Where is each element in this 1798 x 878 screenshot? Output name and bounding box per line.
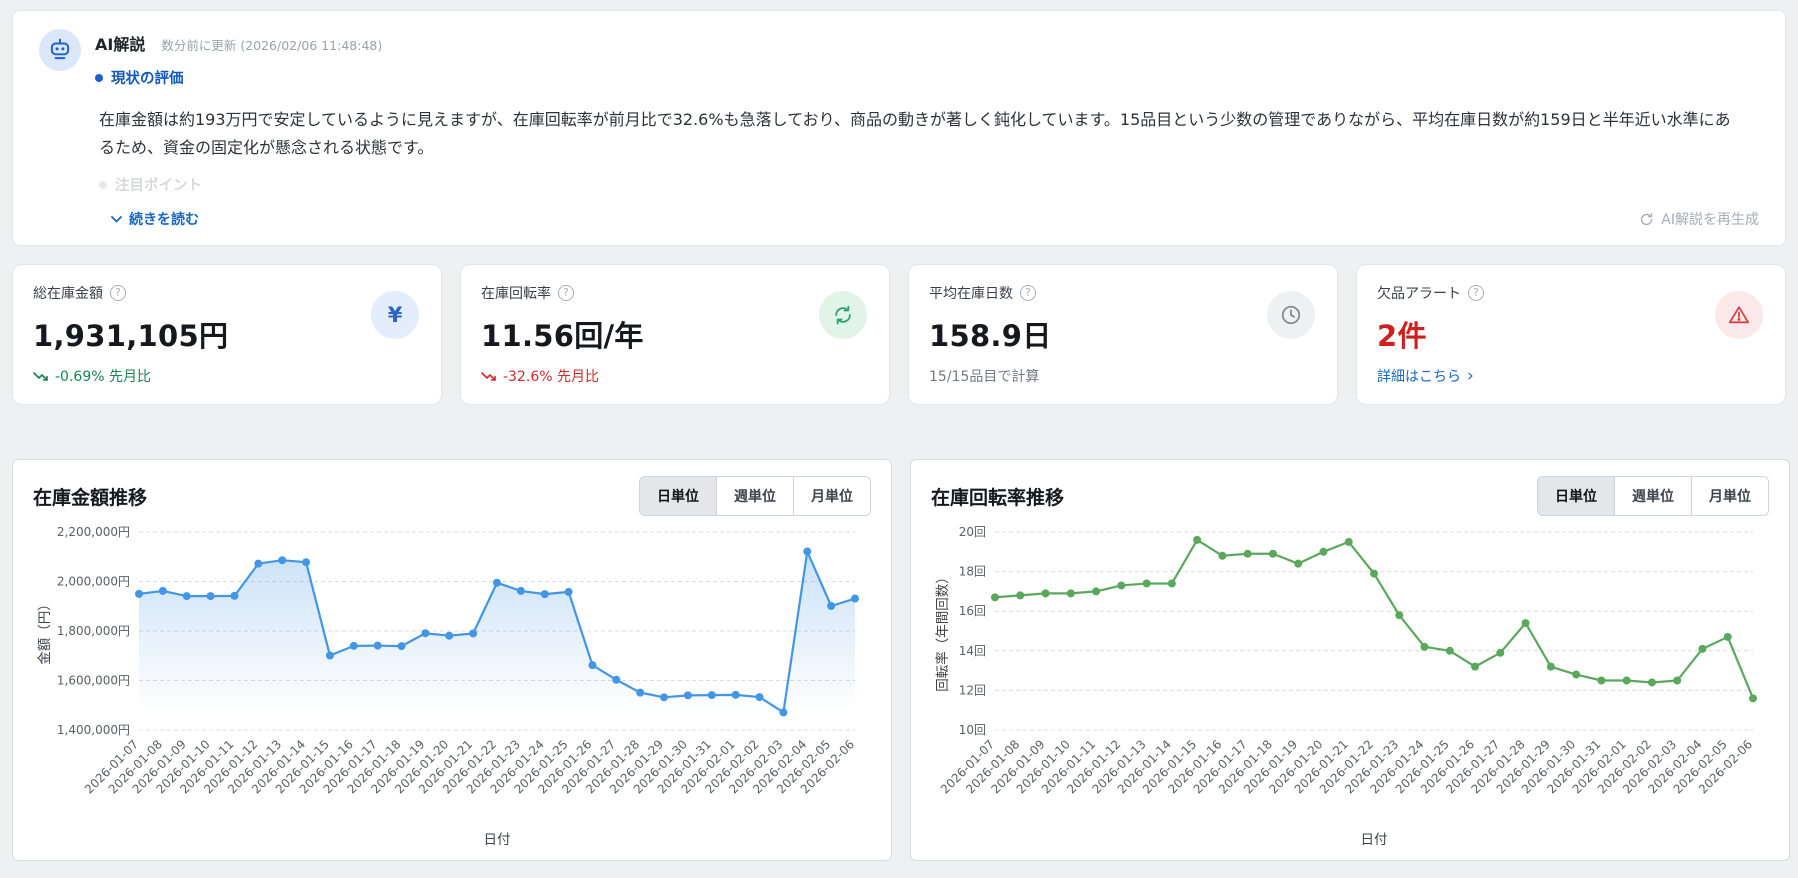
chevron-right-icon: › [1467, 366, 1474, 386]
dashboard: AI解説 数分前に更新 (2026/02/06 11:48:48) 現状の評価 … [0, 0, 1798, 871]
kpi-label: 総在庫金額 [33, 286, 103, 302]
kpi-value: 158.9日 [929, 319, 1052, 353]
clock-icon [1267, 291, 1315, 339]
svg-text:16回: 16回 [959, 604, 986, 618]
tab-daily[interactable]: 日単位 [640, 477, 716, 515]
svg-text:20回: 20回 [959, 525, 986, 539]
trend-down-icon [481, 370, 497, 382]
tab-weekly[interactable]: 週単位 [1614, 477, 1691, 515]
svg-text:日付: 日付 [1361, 832, 1388, 848]
tab-monthly[interactable]: 月単位 [1691, 477, 1768, 515]
help-icon[interactable]: ? [558, 285, 574, 301]
section-bullet [95, 73, 103, 82]
turnover-rate-line-chart: 10回12回14回16回18回20回2026-01-072026-01-0820… [934, 525, 1757, 848]
tab-daily[interactable]: 日単位 [1538, 477, 1614, 515]
svg-text:10回: 10回 [959, 723, 986, 737]
kpi-value: 2件 [1377, 319, 1427, 353]
ai-explanation-panel: AI解説 数分前に更新 (2026/02/06 11:48:48) 現状の評価 … [12, 10, 1786, 246]
help-icon[interactable]: ? [110, 285, 126, 301]
regenerate-ai-button[interactable]: AI解説を再生成 [1639, 209, 1759, 229]
svg-text:日付: 日付 [484, 832, 511, 848]
details-link-label: 詳細はこちら [1377, 369, 1461, 385]
inventory-amount-chart-card: 在庫金額推移 日単位 週単位 月単位 1,400,000円 1,600,000円 1… [12, 459, 892, 861]
granularity-tabs: 日単位 週単位 月単位 [639, 476, 871, 516]
help-icon[interactable]: ? [1468, 285, 1484, 301]
kpi-turnover-rate: 在庫回転率 ? 11.56回/年 -32.6% 先月比 [460, 264, 890, 405]
kpi-value: 11.56回/年 [481, 319, 644, 353]
chevron-down-icon [111, 215, 122, 223]
kpi-value: 1,931,105円 [33, 319, 229, 353]
svg-text:1,800,000円: 1,800,000円 [57, 624, 130, 638]
charts-row: 在庫金額推移 日単位 週単位 月単位 1,400,000円 1,600,000円 1… [12, 459, 1790, 861]
read-more-button[interactable]: 続きを読む [111, 209, 199, 229]
section-bullet [99, 180, 107, 189]
svg-text:2,200,000円: 2,200,000円 [57, 525, 130, 539]
refresh-icon [819, 291, 867, 339]
inventory-amount-line-chart: 1,400,000円 1,600,000円 1,800,000円 2,000,000円… [37, 525, 859, 848]
svg-text:2,000,000円: 2,000,000円 [57, 575, 130, 589]
ai-section-label: 現状の評価 [111, 71, 184, 87]
robot-icon [39, 29, 81, 71]
kpi-average-inventory-days: 平均在庫日数 ? 158.9日 15/15品目で計算 [908, 264, 1338, 405]
kpi-label: 平均在庫日数 [929, 286, 1013, 302]
svg-text:12回: 12回 [959, 683, 986, 697]
ai-panel-title: AI解説 [95, 35, 146, 54]
alert-triangle-icon [1715, 291, 1763, 339]
granularity-tabs: 日単位 週単位 月単位 [1537, 476, 1769, 516]
kpi-sub-text: 15/15品目で計算 [929, 369, 1040, 385]
trend-down-icon [33, 370, 49, 382]
read-more-label: 続きを読む [129, 212, 199, 228]
refresh-icon [1639, 212, 1654, 227]
svg-text:18回: 18回 [959, 565, 986, 579]
ai-summary-text: 在庫金額は約193万円で安定しているように見えますが、在庫回転率が前月比で32.… [99, 110, 1731, 157]
chart-title-turnover-rate: 在庫回転率推移 [931, 486, 1065, 509]
svg-text:金額（円）: 金額（円） [37, 597, 53, 665]
yen-icon: ¥ [371, 291, 419, 339]
kpi-trend-text: -32.6% 先月比 [503, 369, 599, 385]
svg-text:回転率（年間回数）: 回転率（年間回数） [934, 570, 951, 692]
help-icon[interactable]: ? [1020, 285, 1036, 301]
tab-monthly[interactable]: 月単位 [793, 477, 870, 515]
collapsed-section-label: 注目ポイント [115, 178, 202, 194]
chart-title-inventory-amount: 在庫金額推移 [33, 486, 148, 509]
turnover-rate-chart-card: 在庫回転率推移 日単位 週単位 月単位 10回 12回 14回 16回 18回 20回 20… [910, 459, 1790, 861]
kpi-stockout-alert: 欠品アラート ? 2件 詳細はこちら › [1356, 264, 1786, 405]
collapsed-section: 注目ポイント [99, 174, 1759, 195]
svg-text:1,600,000円: 1,600,000円 [57, 674, 130, 688]
ai-updated-timestamp: 数分前に更新 (2026/02/06 11:48:48) [161, 38, 383, 53]
regenerate-ai-label: AI解説を再生成 [1661, 212, 1759, 228]
svg-text:14回: 14回 [959, 644, 986, 658]
kpi-trend-text: -0.69% 先月比 [55, 369, 151, 385]
kpi-row: 総在庫金額 ? 1,931,105円 -0.69% 先月比 ¥ 在庫回転率 ? … [12, 264, 1786, 405]
kpi-label: 在庫回転率 [481, 286, 551, 302]
kpi-total-inventory-value: 総在庫金額 ? 1,931,105円 -0.69% 先月比 ¥ [12, 264, 442, 405]
kpi-label: 欠品アラート [1377, 286, 1461, 302]
tab-weekly[interactable]: 週単位 [716, 477, 793, 515]
stockout-details-link[interactable]: 詳細はこちら › [1377, 366, 1765, 386]
svg-text:1,400,000円: 1,400,000円 [57, 723, 130, 737]
